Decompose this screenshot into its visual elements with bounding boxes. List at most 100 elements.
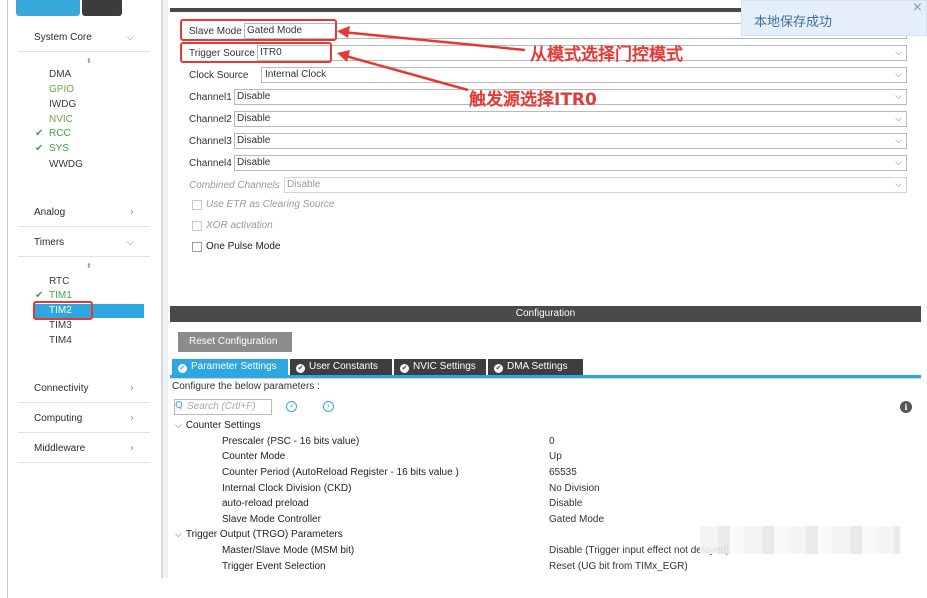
param-name: Slave Mode Controller <box>222 514 321 525</box>
tab-categories[interactable] <box>16 0 80 16</box>
param-value[interactable]: Reset (UG bit from TIMx_EGR) <box>549 561 688 572</box>
category-label: Timers <box>34 237 65 248</box>
sidebar-item-rcc[interactable]: ✔ RCC <box>35 128 71 139</box>
chevron-down-icon: ⌵ <box>175 530 182 540</box>
sort-icon[interactable]: ⬍ <box>86 262 92 270</box>
tab-parameter-settings[interactable]: ✔ Parameter Settings <box>172 359 288 375</box>
category-timers[interactable]: Timers ⌵ <box>18 229 150 257</box>
param-name: Counter Mode <box>222 451 286 462</box>
param-value[interactable]: Disable <box>549 498 582 509</box>
clock-source-label: Clock Source <box>189 69 249 81</box>
tab-nvic-settings[interactable]: ✔ NVIC Settings <box>394 359 486 375</box>
next-icon[interactable]: › <box>323 401 334 412</box>
clock-source-value: Internal Clock <box>265 69 327 80</box>
close-icon[interactable]: × <box>912 0 923 15</box>
tab-label: Parameter Settings <box>191 361 277 372</box>
channel2-select[interactable]: Disable ⌵ <box>234 111 907 127</box>
param-name: auto-reload preload <box>222 498 309 509</box>
param-name: Internal Clock Division (CKD) <box>222 483 352 494</box>
tab-label: User Constants <box>309 361 378 372</box>
category-label: Connectivity <box>34 383 89 394</box>
use-etr-checkbox: Use ETR as Clearing Source <box>192 199 334 210</box>
param-value[interactable]: Gated Mode <box>549 514 604 525</box>
combined-channels-row: Combined Channels <box>189 177 280 193</box>
sidebar-item-nvic[interactable]: NVIC <box>49 114 73 125</box>
category-system-core[interactable]: System Core ⌵ <box>18 24 150 52</box>
param-name: Prescaler (PSC - 16 bits value) <box>222 436 360 447</box>
channel2-label: Channel2 <box>189 113 232 125</box>
param-name: Master/Slave Mode (MSM bit) <box>222 545 355 556</box>
chevron-down-icon: ⌵ <box>895 180 902 190</box>
group-trgo-parameters[interactable]: ⌵ Trigger Output (TRGO) Parameters <box>175 529 343 540</box>
sidebar-item-label: TIM1 <box>49 290 72 301</box>
check-icon: ✔ <box>494 364 503 373</box>
group-label: Counter Settings <box>185 420 261 431</box>
sidebar-item-sys[interactable]: ✔ SYS <box>35 143 69 154</box>
checkbox-box <box>192 220 202 231</box>
category-label: Analog <box>34 207 66 218</box>
check-icon: ✔ <box>35 290 44 301</box>
param-value[interactable]: Up <box>549 451 562 462</box>
sidebar-item-gpio[interactable]: GPIO <box>49 84 74 95</box>
chevron-down-icon: ⌵ <box>895 136 902 146</box>
group-counter-settings[interactable]: ⌵ Counter Settings <box>175 420 260 431</box>
checkbox-box[interactable] <box>192 241 202 252</box>
configuration-header: Configuration <box>170 306 921 322</box>
chevron-down-icon: ⌵ <box>895 48 902 58</box>
channel1-value: Disable <box>237 91 271 102</box>
channel3-select[interactable]: Disable ⌵ <box>234 133 907 149</box>
category-label: Middleware <box>34 443 86 454</box>
one-pulse-mode-label: One Pulse Mode <box>206 241 281 252</box>
sidebar-item-tim4[interactable]: TIM4 <box>49 335 72 346</box>
chevron-right-icon: › <box>130 207 134 218</box>
blurred-watermark <box>700 526 900 554</box>
chevron-down-icon: ⌵ <box>895 114 902 124</box>
one-pulse-mode-checkbox[interactable]: One Pulse Mode <box>192 241 281 252</box>
sidebar-item-tim3[interactable]: TIM3 <box>49 320 72 331</box>
channel3-label: Channel3 <box>189 135 232 147</box>
search-icon: Q <box>175 400 183 411</box>
group-label: Trigger Output (TRGO) Parameters <box>185 529 343 540</box>
sidebar-item-rtc[interactable]: RTC <box>49 276 69 287</box>
category-middleware[interactable]: Middleware › <box>18 435 150 463</box>
combined-channels-label: Combined Channels <box>189 179 280 191</box>
sort-icon[interactable]: ⬍ <box>86 57 92 65</box>
sidebar-scrollbar[interactable] <box>162 0 168 578</box>
sidebar-item-iwdg[interactable]: IWDG <box>49 99 76 110</box>
category-computing[interactable]: Computing › <box>18 405 150 433</box>
channel4-select[interactable]: Disable ⌵ <box>234 155 907 171</box>
sidebar-item-label: RCC <box>49 128 71 139</box>
category-label: System Core <box>34 32 92 43</box>
chevron-right-icon: › <box>130 413 134 424</box>
reset-configuration-button[interactable]: Reset Configuration <box>178 332 292 352</box>
previous-icon[interactable]: ‹ <box>286 401 297 412</box>
configure-instructions: Configure the below parameters : <box>172 381 320 392</box>
check-icon: ✔ <box>178 364 187 373</box>
sidebar-top-tabs <box>16 0 162 16</box>
annotation-trigger-source: 触发源选择ITR0 <box>469 90 597 110</box>
tab-dma-settings[interactable]: ✔ DMA Settings <box>488 359 583 375</box>
param-value[interactable]: 0 <box>549 436 555 447</box>
tab-a-z[interactable] <box>82 0 122 16</box>
annotation-slave-mode: 从模式选择门控模式 <box>530 45 683 65</box>
sidebar-item-wwdg[interactable]: WWDG <box>49 159 83 170</box>
channel1-row: Channel1 <box>189 89 232 105</box>
info-icon[interactable]: i <box>900 401 912 413</box>
arrow-line <box>341 53 469 92</box>
check-icon: ✔ <box>400 364 409 373</box>
sidebar <box>16 0 162 578</box>
xor-activation-checkbox: XOR activation <box>192 220 273 231</box>
tab-user-constants[interactable]: ✔ User Constants <box>290 359 392 375</box>
param-value[interactable]: No Division <box>549 483 600 494</box>
search-input[interactable]: Search (Crtl+F) <box>174 399 272 415</box>
chevron-down-icon: ⌵ <box>895 158 902 168</box>
param-value[interactable]: 65535 <box>549 467 577 478</box>
highlight-box <box>33 301 93 320</box>
toast-message: 本地保存成功 <box>754 15 833 30</box>
chevron-right-icon: › <box>130 383 134 394</box>
sidebar-item-tim1[interactable]: ✔ TIM1 <box>35 290 72 301</box>
category-analog[interactable]: Analog › <box>18 199 150 227</box>
channel1-label: Channel1 <box>189 91 232 103</box>
category-connectivity[interactable]: Connectivity › <box>18 375 150 403</box>
sidebar-item-dma[interactable]: DMA <box>49 69 71 80</box>
